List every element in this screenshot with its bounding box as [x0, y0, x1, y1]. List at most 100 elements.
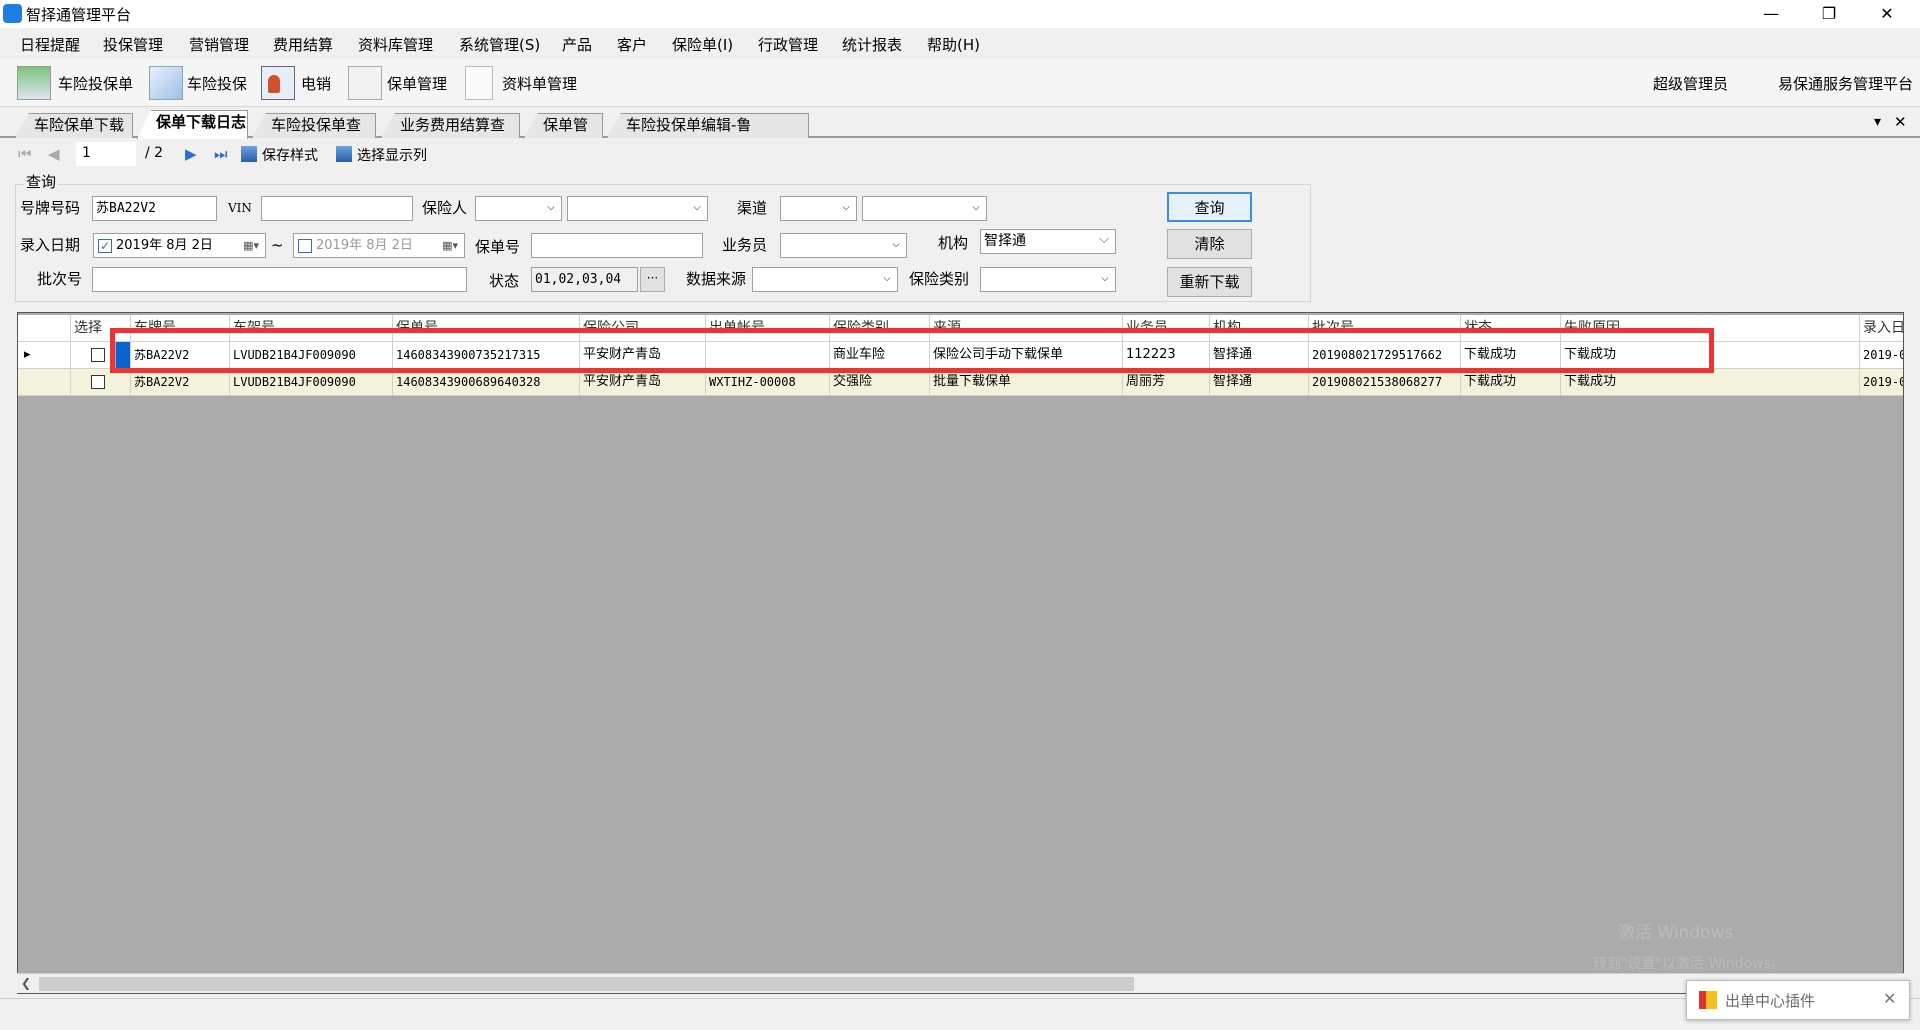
channel-select-1[interactable]: [780, 195, 857, 221]
row-selector[interactable]: ▸: [18, 342, 71, 369]
highlight-annotation: [110, 328, 1714, 373]
last-page-icon[interactable]: ⏭: [214, 145, 228, 163]
menu-customer[interactable]: 客户: [617, 34, 647, 55]
next-page-icon[interactable]: ▶: [185, 145, 197, 163]
tab-proposal-edit[interactable]: 车险投保单编辑-鲁B7EK50: [607, 113, 809, 138]
tab-car-proposal-query[interactable]: 车险投保单查询: [252, 113, 376, 138]
blank-document-icon[interactable]: [465, 66, 493, 100]
tab-policy-download-log[interactable]: 保单下载日志: [137, 110, 248, 139]
platform-name: 易保通服务管理平台: [1778, 75, 1914, 93]
download-log-grid: 选择 车牌号 车架号 保单号 保险公司 出单帐号 保险类别 来源 业务员 机构 批次号 状态 失败原因录…: [17, 312, 1904, 994]
toolbar-car-proposal[interactable]: 车险投保单: [58, 73, 133, 94]
cell-salesman: 周丽芳: [1123, 369, 1210, 396]
choose-columns-button[interactable]: 选择显示列: [357, 145, 427, 165]
cell-entry-date: 2019-0: [1860, 369, 1903, 396]
activation-watermark-text: 转到"设置"以激活 Windows。: [1593, 956, 1785, 972]
pager-toolbar: ⏮ ◀ 1 / 2 ▶ ⏭ 保存样式 选择显示列: [0, 140, 1920, 168]
clear-button[interactable]: 清除: [1167, 229, 1252, 259]
vin-label: VIN: [228, 201, 252, 215]
current-user: 超级管理员: [1653, 75, 1729, 93]
tab-list-dropdown-icon[interactable]: ▾: [1874, 114, 1881, 130]
cell-batch: 201908021538068277: [1309, 369, 1461, 396]
cell-select[interactable]: [71, 369, 131, 396]
calendar-icon[interactable]: ▦▾: [442, 234, 458, 257]
menu-reports[interactable]: 统计报表: [842, 34, 902, 55]
vin-input[interactable]: [261, 196, 413, 221]
menu-fees[interactable]: 费用结算: [273, 34, 333, 55]
plate-input[interactable]: 苏BA22V2: [92, 196, 217, 221]
row-checkbox[interactable]: [91, 374, 105, 389]
menu-schedule[interactable]: 日程提醒: [20, 34, 80, 55]
save-style-button[interactable]: 保存样式: [262, 145, 318, 165]
cell-policy-no: 14608343900689640328: [393, 369, 580, 396]
column-header-entry-date[interactable]: 录入日: [1860, 315, 1903, 342]
insurance-type-select[interactable]: [980, 266, 1116, 292]
plugin-icon: [1699, 991, 1717, 1009]
toolbar-policy-mgmt[interactable]: 保单管理: [387, 73, 447, 94]
row-checkbox[interactable]: [91, 347, 105, 362]
contact-card-icon[interactable]: [261, 66, 295, 100]
scrollbar-thumb[interactable]: [39, 977, 1134, 991]
insured-select-2[interactable]: [567, 195, 708, 221]
app-icon: [3, 4, 22, 23]
date-separator: ~: [271, 236, 284, 254]
status-label: 状态: [489, 272, 520, 290]
tab-car-policy-download[interactable]: 车险保单下载: [15, 113, 133, 138]
policy-no-input[interactable]: [531, 233, 703, 258]
org-select[interactable]: 智择通: [980, 228, 1116, 254]
menu-help[interactable]: 帮助(H): [927, 34, 980, 55]
insurance-type-label: 保险类别: [909, 270, 970, 288]
search-button[interactable]: 查询: [1167, 192, 1252, 222]
menu-admin[interactable]: 行政管理: [758, 34, 818, 55]
tab-close-icon[interactable]: ✕: [1894, 113, 1907, 131]
prev-page-icon[interactable]: ◀: [48, 145, 60, 163]
status-input[interactable]: 01,02,03,04: [531, 267, 638, 292]
salesman-label: 业务员: [722, 236, 768, 254]
plugin-notification[interactable]: 出单中心插件 ✕: [1686, 980, 1910, 1020]
insured-select-1[interactable]: [475, 195, 562, 221]
redownload-button[interactable]: 重新下载: [1167, 267, 1252, 297]
menu-library[interactable]: 资料库管理: [358, 34, 433, 55]
entry-date-label: 录入日期: [20, 236, 81, 254]
toolbar-car-insure[interactable]: 车险投保: [187, 73, 247, 94]
menu-system[interactable]: 系统管理(S): [459, 34, 540, 55]
menu-insure[interactable]: 投保管理: [103, 34, 163, 55]
cell-account: WXTIHZ-00008: [706, 369, 830, 396]
minimize-button[interactable]: —: [1742, 0, 1800, 28]
date-from-picker[interactable]: ✓ 2019年 8月 2日 ▦▾: [93, 233, 266, 258]
toolbar-docs-mgmt[interactable]: 资料单管理: [502, 73, 577, 94]
menu-policy[interactable]: 保险单(I): [672, 34, 733, 55]
image-icon: [241, 146, 257, 162]
spreadsheet-icon[interactable]: [17, 66, 51, 100]
cell-vin: LVUDB21B4JF009090: [230, 369, 393, 396]
date-from-checkbox[interactable]: ✓: [98, 239, 112, 253]
table-row[interactable]: 苏BA22V2 LVUDB21B4JF009090 1460834390068964…: [18, 369, 1903, 396]
tab-policy-mgmt[interactable]: 保单管理: [524, 113, 603, 138]
toolbar: 车险投保单 车险投保 电销 保单管理 资料单管理 超级管理员 易保通服务管理平台: [0, 59, 1920, 107]
data-source-select[interactable]: [752, 266, 898, 292]
date-to-picker[interactable]: 2019年 8月 2日 ▦▾: [293, 233, 465, 258]
close-icon[interactable]: ✕: [1883, 989, 1896, 1008]
menu-product[interactable]: 产品: [562, 34, 592, 55]
page-input[interactable]: 1: [76, 142, 136, 166]
page-total: / 2: [145, 145, 164, 161]
batch-input[interactable]: [92, 267, 467, 292]
menu-marketing[interactable]: 营销管理: [189, 34, 249, 55]
tab-fee-settlement-query[interactable]: 业务费用结算查询: [381, 113, 520, 138]
close-button[interactable]: ✕: [1858, 0, 1916, 28]
date-to-checkbox[interactable]: [298, 239, 312, 253]
toolbar-telesales[interactable]: 电销: [301, 73, 331, 94]
restore-button[interactable]: ❐: [1800, 0, 1858, 28]
row-selector[interactable]: [18, 369, 71, 396]
calendar-icon[interactable]: ▦▾: [243, 234, 259, 257]
cell-entry-date: 2019-0: [1860, 342, 1903, 369]
document-edit-icon[interactable]: [149, 66, 183, 100]
checklist-pencil-icon[interactable]: [348, 66, 382, 100]
salesman-select[interactable]: [780, 232, 907, 258]
policy-no-label: 保单号: [475, 238, 521, 256]
channel-select-2[interactable]: [862, 195, 987, 221]
horizontal-scrollbar[interactable]: ❮: [17, 973, 1904, 993]
status-more-button[interactable]: ···: [640, 267, 665, 292]
scroll-left-icon[interactable]: ❮: [21, 976, 31, 990]
first-page-icon[interactable]: ⏮: [18, 145, 32, 163]
